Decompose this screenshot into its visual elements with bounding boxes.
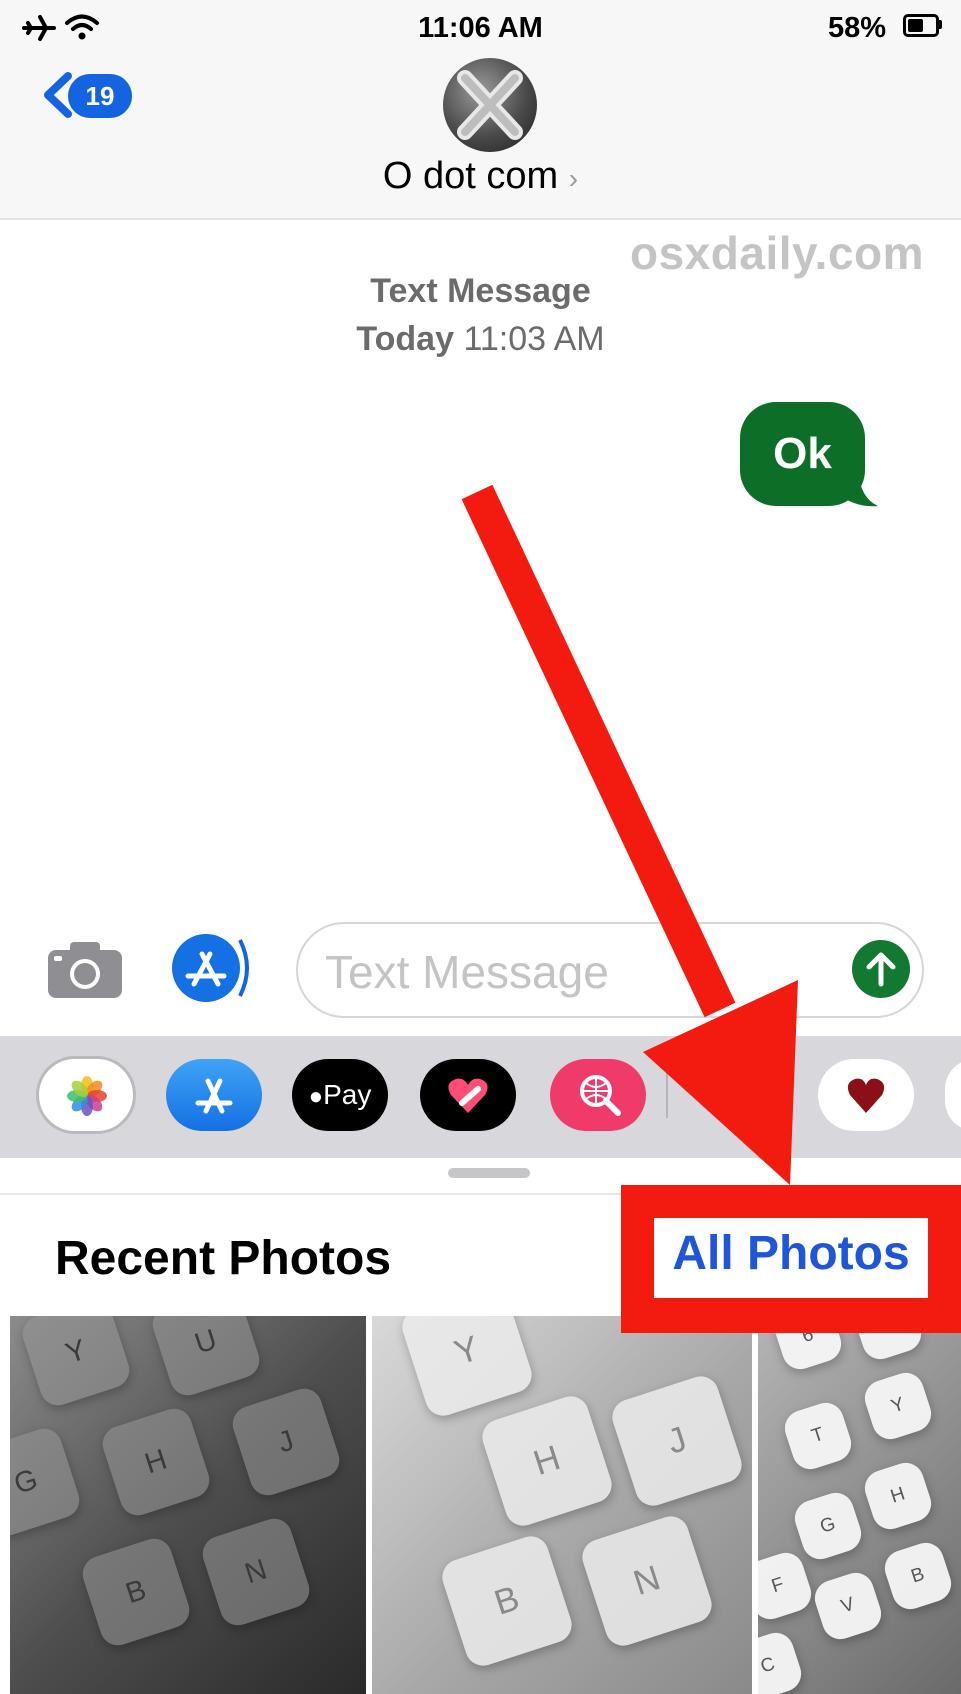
app-store-toggle-icon[interactable] <box>170 932 250 1004</box>
arrow-up-icon <box>866 952 896 987</box>
all-photos-label: All Photos <box>672 1227 910 1280</box>
camera-icon[interactable] <box>46 938 124 1000</box>
keyboard-key: B <box>437 1531 577 1671</box>
photo-thumbnail[interactable]: YHJBN <box>372 1316 752 1694</box>
keyboard-key: N <box>198 1514 314 1630</box>
battery-icon <box>903 14 939 37</box>
digital-touch-button[interactable] <box>420 1059 516 1131</box>
battery-tip <box>939 20 942 29</box>
apple-pay-label: Pay <box>323 1079 372 1110</box>
contact-name-text: O dot com <box>382 155 559 197</box>
keyboard-key: Y <box>397 1316 537 1421</box>
keyboard-key: H <box>477 1391 617 1531</box>
keyboard-key: G <box>10 1424 84 1540</box>
timestamp-title: Text Message <box>370 272 591 310</box>
photo-thumbnail[interactable]: YUGHJBN <box>10 1316 366 1694</box>
keyboard-key: G <box>790 1488 866 1564</box>
keyboard-key: Y <box>18 1316 134 1410</box>
keyboard-key: V <box>810 1568 886 1644</box>
image-search-button[interactable] <box>550 1059 646 1131</box>
battery-fill <box>908 19 923 32</box>
apple-pay-button[interactable]: ●Pay <box>292 1059 388 1131</box>
status-time: 11:06 AM <box>418 12 543 44</box>
message-input-placeholder: Text Message <box>325 946 609 998</box>
contact-avatar[interactable] <box>443 58 537 152</box>
photos-app-icon <box>67 1076 107 1116</box>
keyboard-key: B <box>78 1534 194 1650</box>
timestamp: Today 11:03 AM <box>0 320 961 359</box>
keyboard-key: F <box>758 1548 816 1624</box>
keyboard-key: J <box>607 1371 747 1511</box>
digital-touch-icon <box>448 1078 488 1113</box>
timestamp-day: Today <box>356 320 454 358</box>
send-button[interactable] <box>852 940 910 998</box>
x-logo-icon <box>457 70 523 140</box>
photos-app-button[interactable] <box>36 1056 136 1134</box>
keyboard-key: Y <box>860 1368 936 1444</box>
keyboard-key: J <box>228 1384 344 1500</box>
keyboard-key: B <box>880 1538 956 1614</box>
keyboard-key: H <box>98 1404 214 1520</box>
app-store-icon <box>195 1078 233 1114</box>
photo-thumbnail[interactable]: 67YTHGFVBC <box>758 1316 961 1694</box>
battery-percent: 58% <box>828 12 887 44</box>
recent-photos-title: Recent Photos <box>55 1232 392 1285</box>
keyboard-key: H <box>860 1458 936 1534</box>
keyboard-key: T <box>780 1398 856 1474</box>
app-strip-divider <box>666 1072 668 1118</box>
timestamp-time: 11:03 AM <box>463 320 605 358</box>
contact-chevron-icon: › <box>568 163 579 194</box>
unread-count-badge[interactable]: 19 <box>68 74 132 118</box>
heart-sticker-button[interactable] <box>818 1059 914 1131</box>
panel-grabber[interactable] <box>448 1168 530 1178</box>
apple-icon: ● <box>308 1083 324 1110</box>
image-search-icon <box>580 1075 621 1116</box>
app-store-button[interactable] <box>166 1059 262 1131</box>
message-bubble[interactable]: Ok <box>740 402 865 506</box>
contact-name[interactable]: O dot com › <box>0 155 961 198</box>
keyboard-key: C <box>758 1628 806 1694</box>
keyboard-key: N <box>577 1511 717 1651</box>
heart-sticker-icon <box>847 1078 885 1113</box>
keyboard-key: U <box>148 1316 264 1400</box>
